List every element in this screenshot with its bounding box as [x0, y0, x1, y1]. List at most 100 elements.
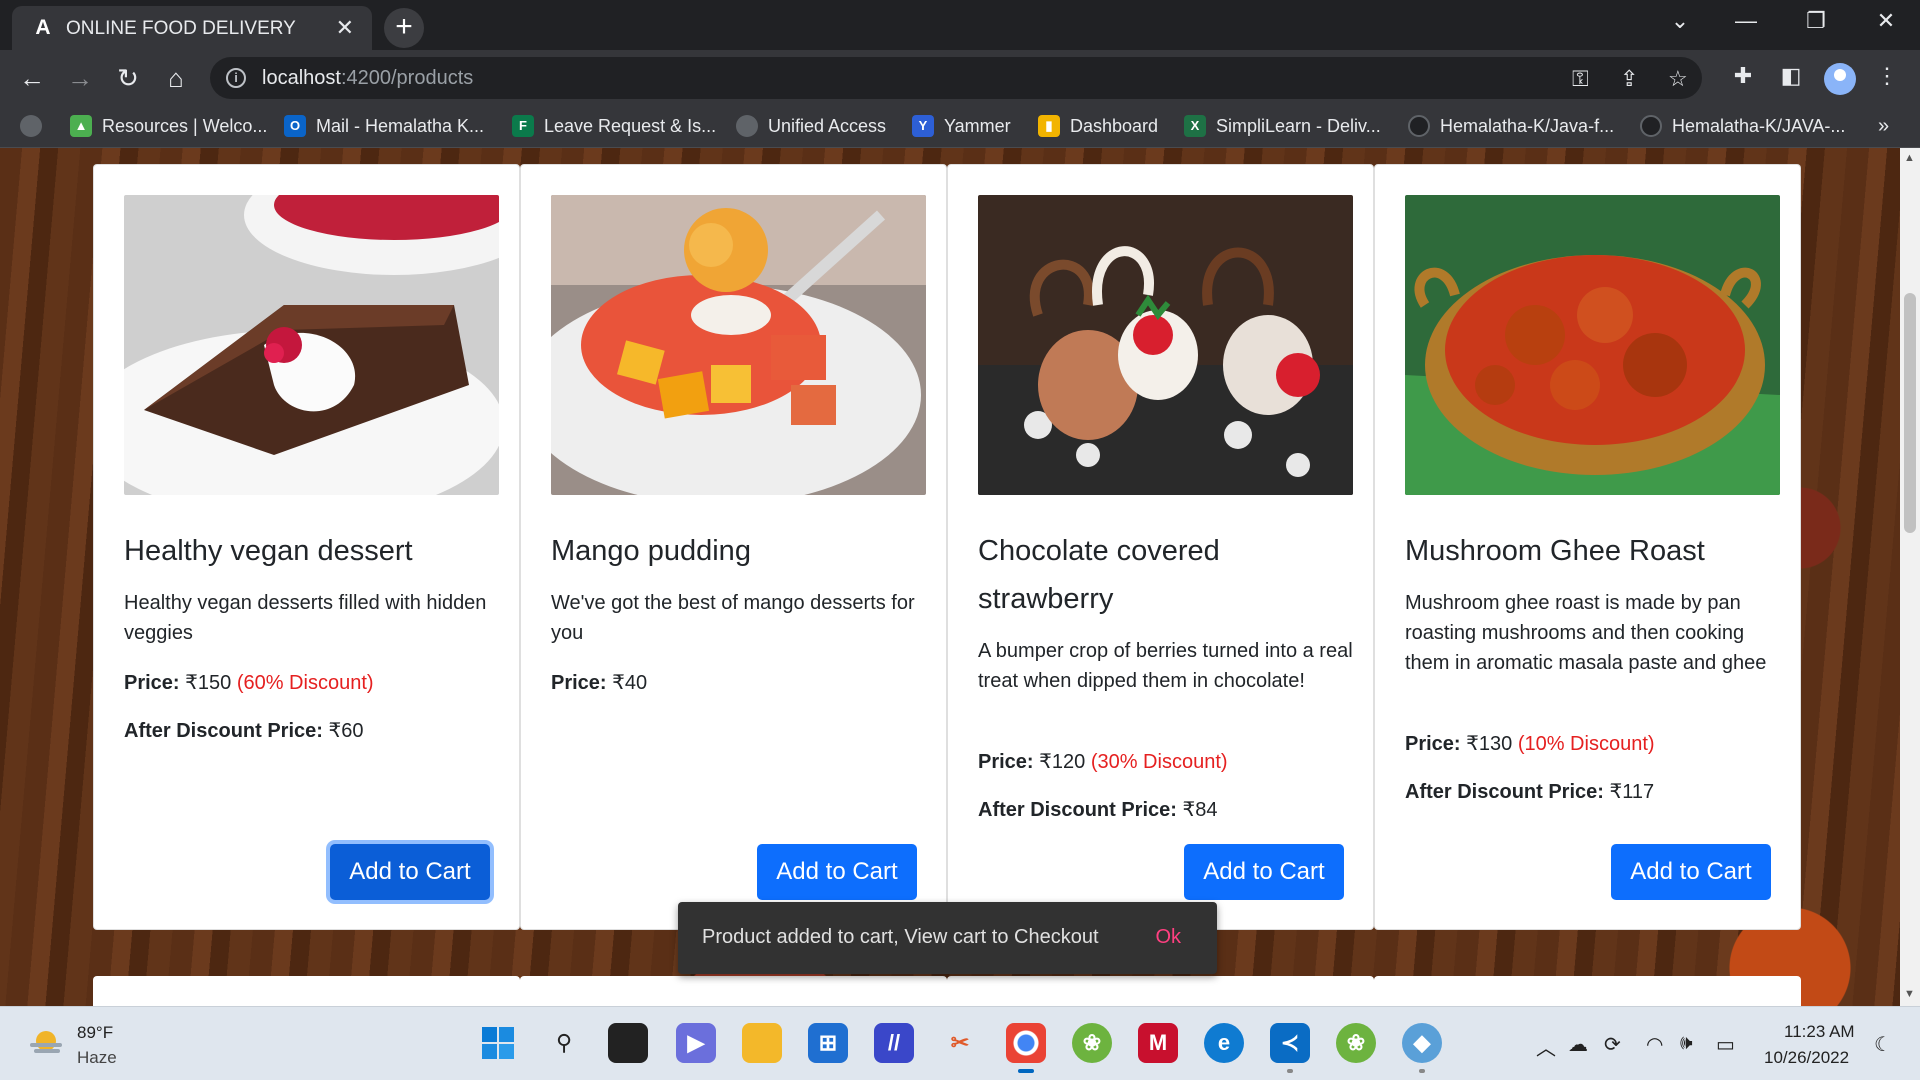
store-icon[interactable]: ⊞ — [808, 1023, 848, 1063]
scrollbar-thumb[interactable] — [1904, 293, 1916, 533]
edge-icon[interactable]: e — [1204, 1023, 1244, 1063]
product-description: Healthy vegan desserts filled with hidde… — [124, 592, 487, 644]
bookmark-simplilearn[interactable]: X SimpliLearn - Deliv... — [1184, 115, 1381, 139]
app-icon[interactable]: ◆ — [1402, 1023, 1442, 1073]
restore-button[interactable]: ❐ — [1796, 8, 1836, 34]
product-title: Mushroom Ghee Roast — [1405, 535, 1705, 567]
github-icon — [1640, 115, 1662, 138]
cart-snackbar: Product added to cart, View cart to Chec… — [678, 902, 1217, 974]
product-description: Mushroom ghee roast is made by pan roast… — [1405, 592, 1767, 674]
excel-icon: X — [1184, 115, 1206, 138]
snackbar-message: Product added to cart, View cart to Chec… — [702, 926, 1099, 948]
after-discount-price: After Discount Price: ₹84 — [978, 799, 1218, 821]
vpn-icon[interactable]: ⟳ — [1604, 1032, 1621, 1057]
bookmark-yammer[interactable]: Y Yammer — [912, 115, 1011, 139]
volume-icon[interactable]: 🕪 — [1680, 1032, 1693, 1055]
add-to-cart-button[interactable]: Add to Cart — [757, 844, 917, 900]
url-text[interactable]: localhost:4200/products — [262, 67, 473, 90]
globe-icon — [736, 115, 758, 138]
globe-icon[interactable] — [20, 115, 52, 139]
windows-taskbar: 89°F Haze ⚲ ▶ ⊞ // ✂ ❀ M e ≺ ❀ ◆ ︿ ☁ ⟳ ◠… — [0, 1006, 1920, 1080]
spring-tool-icon[interactable]: ❀ — [1336, 1023, 1376, 1063]
browser-tab-strip: A ONLINE FOOD DELIVERY ✕ + ⌄ — ❐ ✕ — [0, 0, 1920, 50]
clock-time[interactable]: 11:23 AM — [1784, 1022, 1855, 1042]
browser-tab[interactable]: A ONLINE FOOD DELIVERY ✕ — [12, 6, 372, 50]
scroll-down-icon[interactable]: ▼ — [1904, 988, 1915, 1000]
product-image-vegan-dessert — [124, 195, 499, 495]
product-title: Healthy vegan dessert — [124, 535, 413, 567]
snackbar-ok-button[interactable]: Ok — [1155, 926, 1181, 949]
close-icon[interactable]: ✕ — [336, 15, 354, 41]
product-title: Mango pudding — [551, 535, 751, 567]
product-image-mango-pudding — [551, 195, 926, 495]
haze-weather-icon[interactable] — [28, 1029, 64, 1057]
info-icon[interactable]: i — [226, 68, 246, 88]
key-icon[interactable]: ⚿ — [1572, 66, 1589, 92]
angular-icon: A — [35, 16, 51, 39]
kebab-menu-icon[interactable]: ⋮ — [1872, 63, 1902, 89]
yammer-icon: Y — [912, 115, 934, 138]
bookmark-github-java-f[interactable]: Hemalatha-K/Java-f... — [1408, 115, 1614, 139]
after-discount-price: After Discount Price: ₹60 — [124, 720, 364, 742]
share-icon[interactable]: ⇪ — [1620, 66, 1638, 92]
address-bar[interactable]: i localhost:4200/products ⚿ ⇪ ☆ — [210, 57, 1702, 99]
clock-date[interactable]: 10/26/2022 — [1764, 1048, 1849, 1068]
window-close-button[interactable]: ✕ — [1866, 8, 1906, 34]
onedrive-icon[interactable]: ☁ — [1568, 1032, 1588, 1057]
discount-label: (30% Discount) — [1090, 751, 1228, 773]
profile-avatar[interactable] — [1824, 63, 1856, 95]
battery-icon[interactable]: ▭ — [1716, 1032, 1735, 1057]
product-card — [520, 976, 947, 1006]
tab-title: ONLINE FOOD DELIVERY — [66, 18, 296, 39]
mcafee-icon[interactable]: M — [1138, 1023, 1178, 1063]
product-title: Chocolate covered strawberry — [978, 535, 1220, 615]
product-image-chocolate-strawberry — [978, 195, 1353, 495]
outlook-icon: O — [284, 115, 306, 138]
windows-start-icon[interactable] — [478, 1023, 518, 1063]
weather-temperature[interactable]: 89°F — [77, 1023, 113, 1043]
product-description: A bumper crop of berries turned into a r… — [978, 640, 1353, 692]
github-icon — [1408, 115, 1430, 138]
product-card: Mushroom Ghee Roast Mushroom ghee roast … — [1374, 164, 1801, 930]
star-icon[interactable]: ☆ — [1668, 66, 1688, 92]
home-icon[interactable]: ⌂ — [158, 60, 194, 96]
snipping-tool-icon[interactable]: ✂ — [940, 1023, 980, 1063]
more-bookmarks-icon[interactable]: » — [1878, 115, 1889, 139]
spring-tool-icon[interactable]: ❀ — [1072, 1023, 1112, 1063]
extensions-icon[interactable]: ✚ — [1728, 63, 1758, 89]
weather-condition[interactable]: Haze — [77, 1048, 117, 1068]
app-icon[interactable]: // — [874, 1023, 914, 1063]
after-discount-price: After Discount Price: ₹117 — [1405, 781, 1655, 803]
bookmark-unified-access[interactable]: Unified Access — [736, 115, 886, 139]
products-page: Healthy vegan dessert Healthy vegan dess… — [0, 148, 1900, 1006]
side-panel-icon[interactable]: ◧ — [1776, 63, 1806, 89]
reload-icon[interactable]: ↻ — [110, 60, 146, 96]
chevron-down-icon[interactable]: ⌄ — [1660, 8, 1700, 34]
bookmark-leave-request[interactable]: F Leave Request & Is... — [512, 115, 716, 139]
vscode-icon[interactable]: ≺ — [1270, 1023, 1310, 1073]
teams-chat-icon[interactable]: ▶ — [676, 1023, 716, 1063]
product-card: Chocolate covered strawberry A bumper cr… — [947, 164, 1374, 930]
file-explorer-icon[interactable] — [742, 1023, 782, 1063]
minimize-button[interactable]: — — [1726, 8, 1766, 34]
product-card — [947, 976, 1374, 1006]
add-to-cart-button[interactable]: Add to Cart — [1184, 844, 1344, 900]
chrome-icon[interactable] — [1006, 1023, 1046, 1073]
new-tab-button[interactable]: + — [384, 8, 424, 48]
scroll-up-icon[interactable]: ▲ — [1904, 152, 1915, 164]
back-arrow-icon[interactable]: ← — [14, 60, 50, 96]
add-to-cart-button[interactable]: Add to Cart — [1611, 844, 1771, 900]
forward-arrow-icon[interactable]: → — [62, 60, 98, 96]
notification-icon[interactable]: ☾ — [1874, 1032, 1892, 1057]
search-icon[interactable]: ⚲ — [544, 1023, 584, 1063]
wifi-icon[interactable]: ◠ — [1646, 1032, 1663, 1057]
product-price: Price: ₹150 (60% Discount) — [124, 672, 374, 694]
add-to-cart-button[interactable]: Add to Cart — [330, 844, 490, 900]
task-view-icon[interactable] — [608, 1023, 648, 1063]
bookmark-dashboard[interactable]: ▮ Dashboard — [1038, 115, 1158, 139]
page-scrollbar[interactable]: ▲ ▼ — [1900, 148, 1920, 1006]
chevron-up-icon[interactable]: ︿ — [1536, 1032, 1556, 1061]
bookmark-resources[interactable]: ▲ Resources | Welco... — [70, 115, 267, 139]
bookmark-mail[interactable]: O Mail - Hemalatha K... — [284, 115, 484, 139]
bookmark-github-java[interactable]: Hemalatha-K/JAVA-... — [1640, 115, 1845, 139]
